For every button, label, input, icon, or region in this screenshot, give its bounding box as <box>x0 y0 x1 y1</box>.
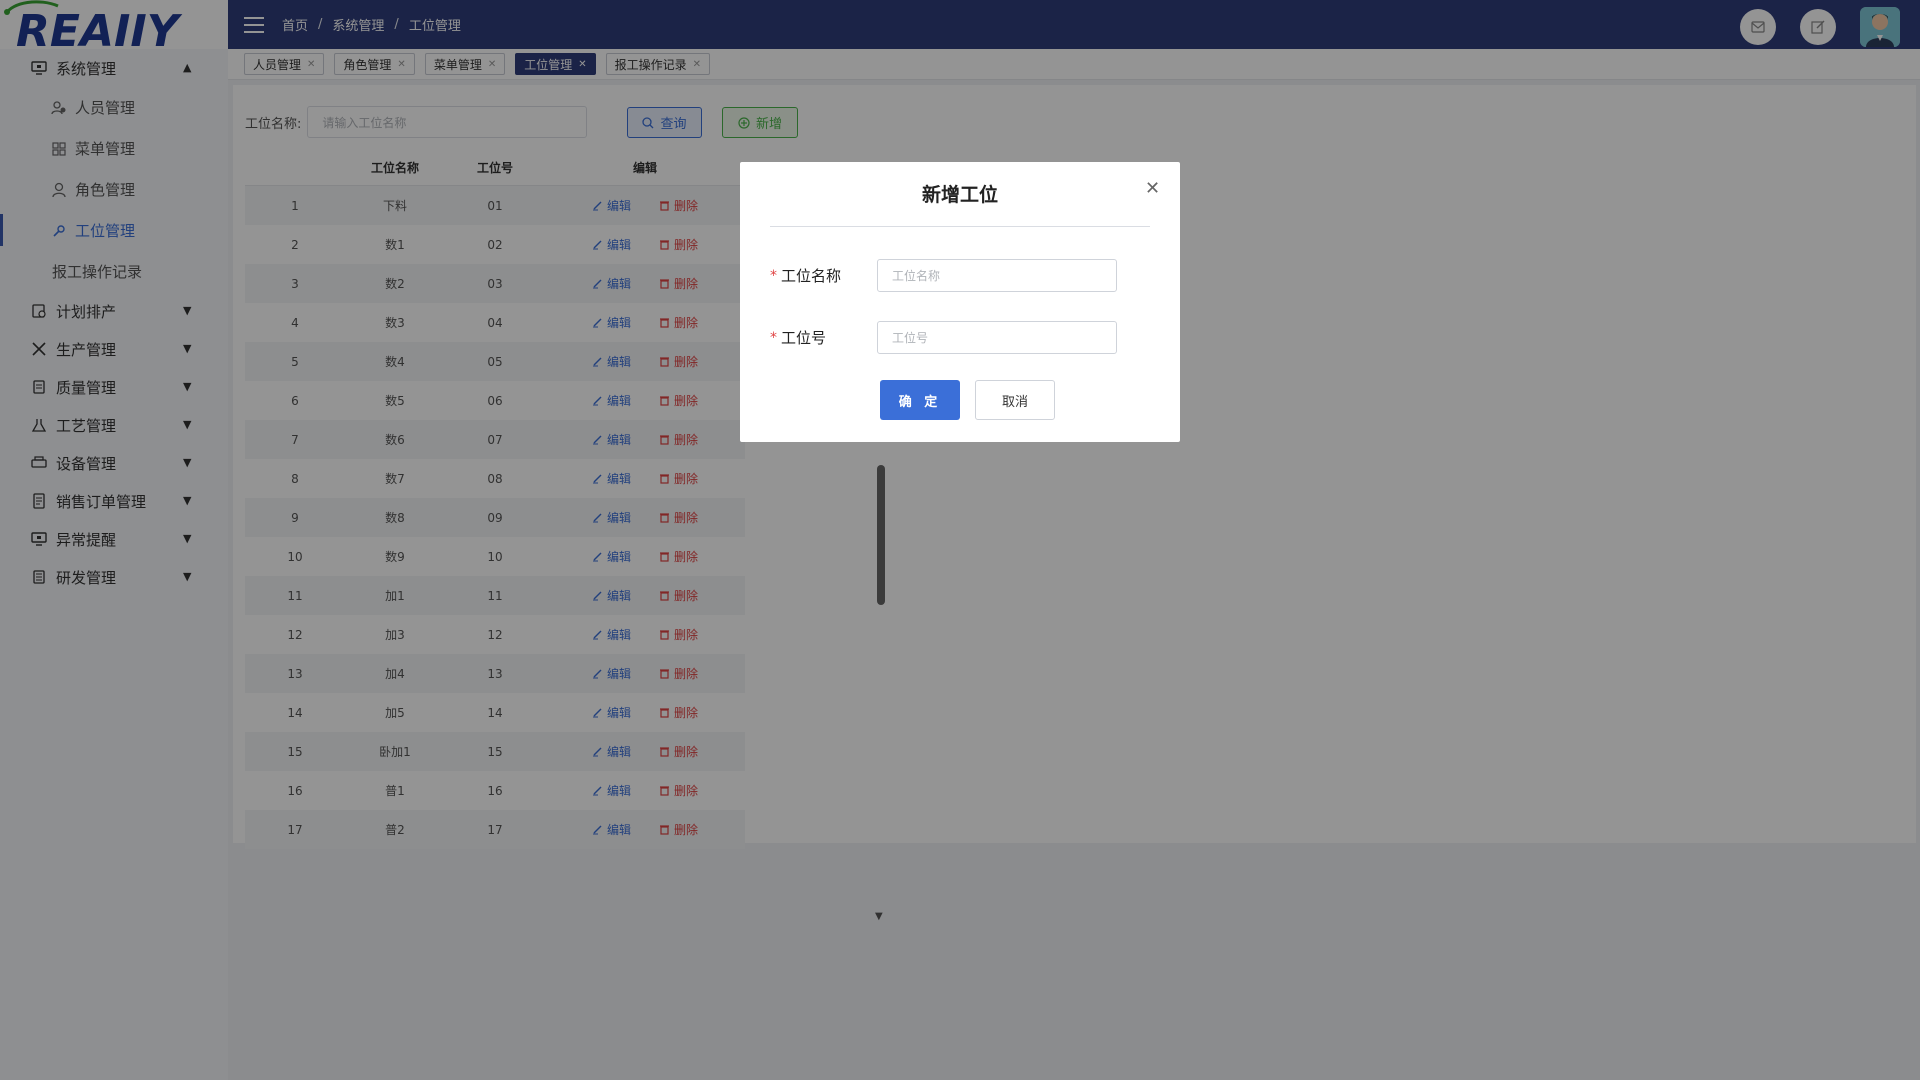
station-name-field[interactable]: 工位名称 <box>877 259 1117 292</box>
close-icon[interactable]: ✕ <box>1145 178 1160 199</box>
required-mark: * <box>770 267 777 284</box>
form-row-station-name: * 工位名称 工位名称 <box>770 259 1117 292</box>
confirm-button[interactable]: 确 定 <box>880 380 960 420</box>
dialog-divider <box>770 226 1150 227</box>
station-no-field[interactable]: 工位号 <box>877 321 1117 354</box>
dialog-title: 新增工位 <box>921 184 998 206</box>
station-no-label: 工位号 <box>781 329 827 347</box>
cancel-button[interactable]: 取消 <box>975 380 1055 420</box>
add-station-dialog: 新增工位 ✕ * 工位名称 工位名称 * 工位号 工位号 确 定 取消 <box>740 162 1180 442</box>
station-name-label: 工位名称 <box>781 267 842 285</box>
form-row-station-no: * 工位号 工位号 <box>770 321 1117 354</box>
required-mark: * <box>770 329 777 346</box>
